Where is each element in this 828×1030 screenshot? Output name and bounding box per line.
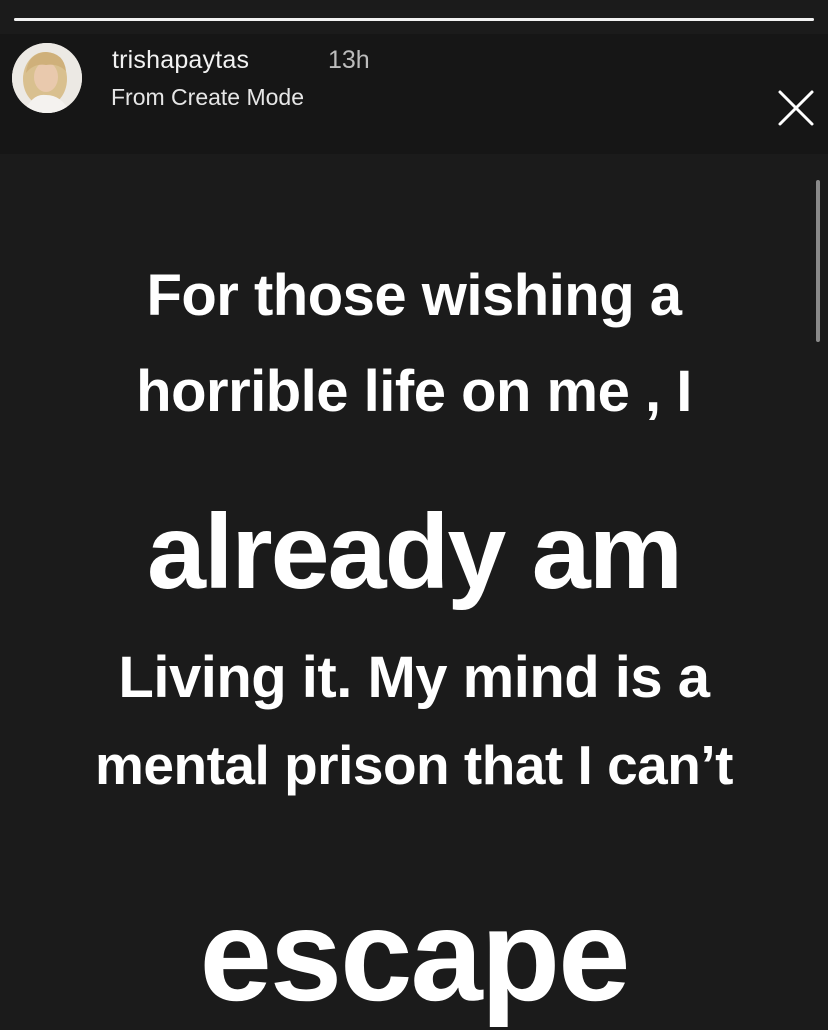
story-text-line: For those wishing a: [146, 263, 682, 328]
story-source-label: From Create Mode: [111, 84, 305, 110]
story-progress-bar: [14, 18, 814, 21]
close-icon: [778, 90, 814, 126]
story-progress-fill: [14, 18, 814, 21]
avatar[interactable]: [12, 43, 82, 113]
username[interactable]: trishapaytas: [112, 46, 249, 75]
story-header: trishapaytas 13h From Create Mode: [0, 34, 828, 154]
close-button[interactable]: [774, 86, 818, 130]
timestamp: 13h: [328, 46, 370, 74]
story-text-line: horrible life on me , I: [136, 359, 692, 424]
story-text-line: escape: [199, 882, 631, 1028]
story-text-line: Living it. My mind is a: [118, 645, 710, 710]
story-text-line: mental prison that I can’t: [95, 734, 733, 796]
avatar-image: [12, 43, 82, 113]
story-text-line: already am: [147, 493, 683, 611]
